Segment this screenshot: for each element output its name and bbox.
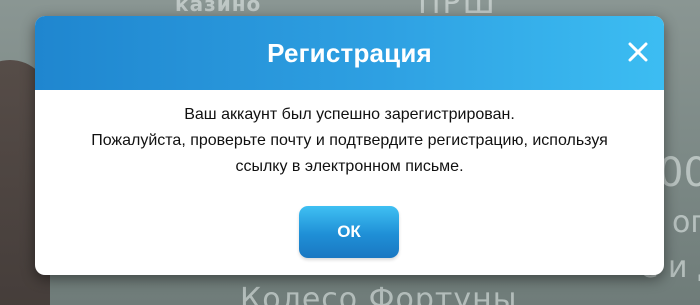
background-text: опе — [672, 205, 700, 240]
dialog-message-line-2: Пожалуйста, проверьте почту и подтвердит… — [91, 132, 608, 149]
dialog-title: Регистрация — [267, 37, 432, 68]
dialog-header: Регистрация — [35, 16, 664, 90]
dialog-message-line-3: ссылку в электронном письме. — [235, 158, 464, 175]
background-text: казино — [175, 0, 262, 16]
registration-dialog: Регистрация Ваш аккаунт был успешно заре… — [35, 16, 664, 275]
close-button[interactable] — [626, 40, 650, 64]
dialog-message-line-1: Ваш аккаунт был успешно зарегистрирован. — [184, 106, 515, 123]
ok-button[interactable]: ОК — [299, 206, 399, 258]
close-icon[interactable] — [626, 40, 650, 64]
background-text: Колесо Фортуны — [240, 282, 518, 305]
dialog-body: Ваш аккаунт был успешно зарегистрирован.… — [35, 90, 664, 180]
background-text: 00 — [658, 150, 700, 196]
